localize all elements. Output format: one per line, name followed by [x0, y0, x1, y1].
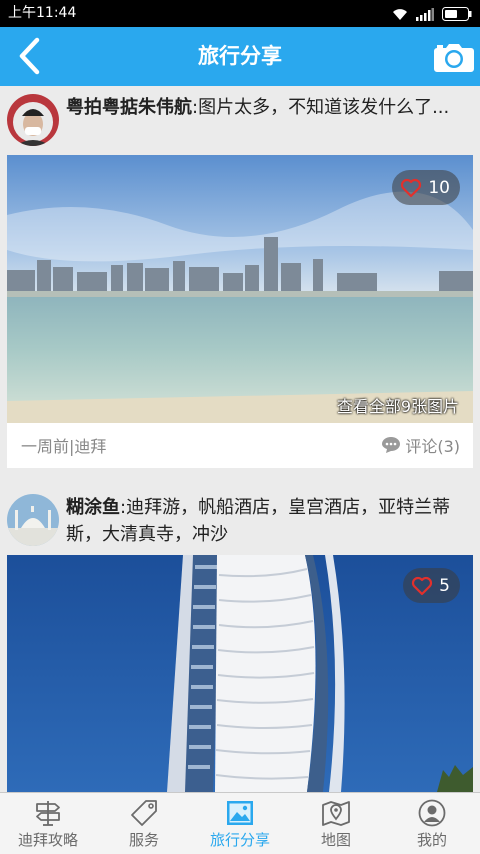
- back-arrow-icon: [19, 37, 40, 75]
- share-feed[interactable]: 粤拍粤掂朱伟航:图片太多，不知道该发什么了... 10 查看全部9张图片 一周前…: [0, 86, 480, 792]
- like-count: 10: [428, 177, 450, 198]
- signpost-icon: [32, 798, 64, 828]
- wifi-icon: [393, 8, 407, 20]
- battery-icon: [442, 7, 472, 21]
- like-button[interactable]: 5: [403, 568, 460, 603]
- page-title: 旅行分享: [198, 44, 282, 68]
- signal-icon: [416, 7, 434, 21]
- avatar[interactable]: [7, 94, 59, 146]
- app-bar: 旅行分享: [0, 27, 480, 86]
- map-icon: [320, 798, 352, 828]
- photo-icon: [224, 798, 256, 828]
- view-all-photos-link[interactable]: 查看全部9张图片: [337, 393, 459, 417]
- post-author[interactable]: 粤拍粤掂朱伟航: [66, 97, 192, 118]
- post-card: 5: [7, 555, 473, 792]
- tab-label: 迪拜攻略: [17, 831, 78, 849]
- tab-profile[interactable]: 我的: [384, 793, 480, 854]
- post-photo[interactable]: 5: [7, 555, 473, 792]
- post-header: 粤拍粤掂朱伟航:图片太多，不知道该发什么了...: [0, 86, 480, 156]
- post-text: 粤拍粤掂朱伟航:图片太多，不知道该发什么了...: [66, 94, 468, 121]
- tab-travel-share[interactable]: 旅行分享: [192, 793, 288, 854]
- tab-label: 旅行分享: [209, 831, 270, 849]
- avatar[interactable]: [7, 494, 59, 546]
- back-button[interactable]: [6, 33, 52, 79]
- post-content: :图片太多，不知道该发什么了...: [192, 97, 450, 118]
- status-bar: 上午11:44: [0, 0, 480, 27]
- like-button[interactable]: 10: [392, 170, 460, 205]
- camera-button[interactable]: [432, 35, 476, 79]
- comment-button[interactable]: 评论(3): [381, 433, 460, 457]
- post-author[interactable]: 糊涂鱼: [66, 497, 120, 518]
- tab-services[interactable]: 服务: [96, 793, 192, 854]
- status-icons: [392, 6, 472, 22]
- tab-dubai-guide[interactable]: 迪拜攻略: [0, 793, 96, 854]
- tab-map[interactable]: 地图: [288, 793, 384, 854]
- post-meta: 一周前|迪拜: [21, 437, 107, 456]
- tab-label: 地图: [320, 831, 351, 849]
- comment-count: 评论(3): [405, 437, 460, 456]
- post-photo[interactable]: 10 查看全部9张图片: [7, 155, 473, 423]
- tab-label: 服务: [128, 831, 159, 849]
- like-count: 5: [439, 575, 450, 596]
- status-time: 上午11:44: [8, 5, 77, 21]
- tag-icon: [128, 798, 160, 828]
- tab-label: 我的: [416, 831, 447, 849]
- post-card: 10 查看全部9张图片 一周前|迪拜 评论(3): [7, 155, 473, 468]
- heart-icon: [401, 178, 422, 197]
- heart-icon: [412, 576, 433, 595]
- post-header: 糊涂鱼:迪拜游，帆船酒店，皇宫酒店，亚特兰蒂斯，大清真寺，冲沙: [0, 486, 480, 556]
- post-text: 糊涂鱼:迪拜游，帆船酒店，皇宫酒店，亚特兰蒂斯，大清真寺，冲沙: [66, 494, 468, 548]
- bottom-tab-bar: 迪拜攻略 服务 旅行分享 地图 我的: [0, 792, 480, 854]
- post-footer: 一周前|迪拜 评论(3): [7, 423, 473, 467]
- post-content: :迪拜游，帆船酒店，皇宫酒店，亚特兰蒂斯，大清真寺，冲沙: [66, 497, 451, 545]
- camera-icon: [434, 44, 474, 72]
- profile-icon: [416, 798, 448, 828]
- comment-bubble-icon: [382, 437, 401, 453]
